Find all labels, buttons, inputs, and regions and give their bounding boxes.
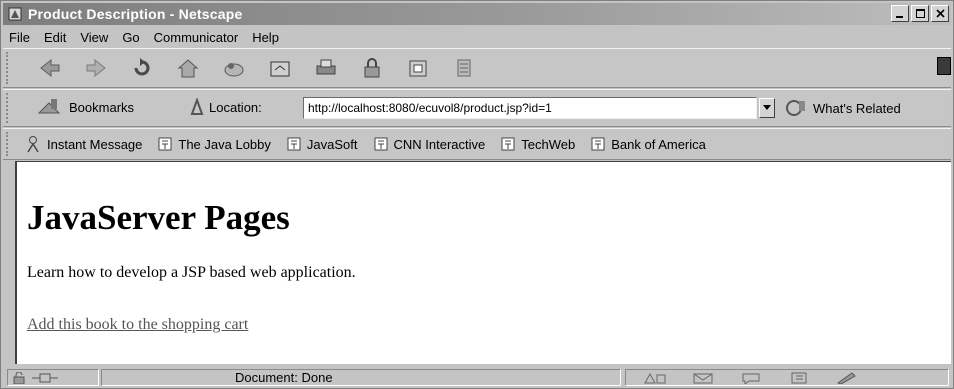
personal-item-techweb[interactable]: TechWeb — [501, 137, 575, 152]
bookmarks-label: Bookmarks — [69, 99, 135, 115]
navigator-icon[interactable] — [644, 372, 666, 384]
netscape-throbber-icon[interactable] — [937, 57, 951, 75]
bookmarks-icon — [37, 99, 61, 114]
toolbar-grip[interactable] — [6, 132, 12, 156]
component-bar — [625, 369, 949, 386]
location-label-text: Location: — [209, 99, 262, 115]
browser-window: Product Description - Netscape File Edit… — [0, 0, 954, 389]
forward-icon — [86, 58, 106, 78]
whats-related-icon — [786, 100, 805, 116]
toolbar-grip[interactable] — [6, 93, 12, 123]
personal-item-javasoft[interactable]: JavaSoft — [287, 137, 358, 152]
whats-related-label: What's Related — [813, 100, 901, 116]
status-security-area — [7, 369, 99, 386]
maximize-button[interactable] — [911, 5, 929, 22]
personal-item-instant-message[interactable]: Instant Message — [25, 135, 142, 153]
page-description: Learn how to develop a JSP based web app… — [27, 264, 356, 281]
whats-related-button[interactable]: What's Related — [785, 98, 901, 118]
personal-item-cnn-interactive[interactable]: CNN Interactive — [374, 136, 486, 152]
url-dropdown-button[interactable] — [759, 98, 775, 118]
location-toolbar: Bookmarks Location: http://localhost:808… — [3, 89, 951, 127]
chevron-down-icon — [763, 105, 771, 110]
netscape-icon — [270, 61, 290, 77]
minimize-button[interactable] — [891, 5, 909, 22]
menu-view[interactable]: View — [80, 30, 108, 45]
page-proxy-icon[interactable] — [189, 98, 205, 116]
personal-toolbar: Instant Message The Java Lobby JavaSoft … — [3, 128, 951, 160]
personal-item-label: JavaSoft — [306, 136, 358, 152]
menu-edit[interactable]: Edit — [44, 30, 66, 45]
forward-button[interactable] — [73, 53, 119, 83]
security-icon — [364, 58, 380, 78]
page-content[interactable]: JavaServer Pages Learn how to develop a … — [15, 161, 951, 364]
window-title: Product Description - Netscape — [28, 6, 243, 22]
status-message-area — [101, 369, 621, 386]
shop-button[interactable] — [395, 53, 441, 83]
composer-icon[interactable] — [836, 371, 858, 384]
personal-item-label: Bank of America — [611, 136, 706, 152]
status-text: Document: Done — [235, 370, 333, 385]
bookmark-icon — [158, 137, 172, 151]
navigation-toolbar — [3, 48, 951, 88]
maximize-icon — [915, 9, 925, 18]
back-icon — [40, 58, 60, 78]
print-icon — [316, 59, 336, 75]
home-icon — [177, 59, 199, 78]
url-input[interactable]: http://localhost:8080/ecuvol8/product.js… — [303, 97, 757, 119]
personal-item-java-lobby[interactable]: The Java Lobby — [158, 137, 271, 152]
menu-bar: File Edit View Go Communicator Help — [3, 26, 951, 48]
location-label: Location: — [189, 98, 262, 116]
bookmark-icon — [501, 137, 515, 151]
toolbar-grip[interactable] — [6, 52, 12, 84]
search-icon — [224, 63, 244, 77]
security-lock-icon[interactable] — [12, 371, 26, 384]
bookmark-icon — [374, 137, 387, 151]
personal-item-label: The Java Lobby — [178, 136, 271, 152]
close-icon — [935, 9, 945, 18]
back-button[interactable] — [27, 53, 73, 83]
instant-message-icon — [27, 136, 39, 153]
add-to-cart-link[interactable]: Add this book to the shopping cart — [27, 316, 248, 334]
reload-icon — [134, 58, 150, 76]
mail-icon[interactable] — [692, 372, 714, 384]
personal-item-label: TechWeb — [521, 136, 576, 152]
netscape-logo-icon — [7, 6, 23, 22]
minimize-icon — [896, 15, 903, 18]
newsgroups-icon[interactable] — [740, 372, 762, 384]
bookmarks-button[interactable]: Bookmarks — [37, 97, 134, 117]
menu-file[interactable]: File — [9, 30, 30, 45]
personal-item-label: CNN Interactive — [393, 136, 486, 152]
bookmark-icon — [287, 137, 301, 151]
online-status-icon[interactable] — [32, 373, 58, 383]
security-button[interactable] — [349, 53, 395, 83]
my-netscape-button[interactable] — [257, 53, 303, 83]
reload-button[interactable] — [119, 53, 165, 83]
menu-communicator[interactable]: Communicator — [154, 30, 239, 45]
close-button[interactable] — [931, 5, 949, 22]
stop-icon — [457, 59, 471, 77]
menu-go[interactable]: Go — [122, 30, 139, 45]
address-book-icon[interactable] — [788, 372, 810, 384]
status-bar: Document: Done — [3, 367, 951, 388]
print-button[interactable] — [303, 53, 349, 83]
title-bar[interactable]: Product Description - Netscape — [3, 3, 951, 25]
personal-item-label: Instant Message — [47, 136, 143, 152]
personal-item-bank-of-america[interactable]: Bank of America — [591, 137, 706, 152]
page-heading: JavaServer Pages — [27, 198, 290, 237]
bookmark-icon — [591, 137, 605, 151]
menu-help[interactable]: Help — [252, 30, 279, 45]
home-button[interactable] — [165, 53, 211, 83]
shop-icon — [409, 60, 427, 77]
search-button[interactable] — [211, 53, 257, 83]
stop-button[interactable] — [441, 53, 487, 83]
